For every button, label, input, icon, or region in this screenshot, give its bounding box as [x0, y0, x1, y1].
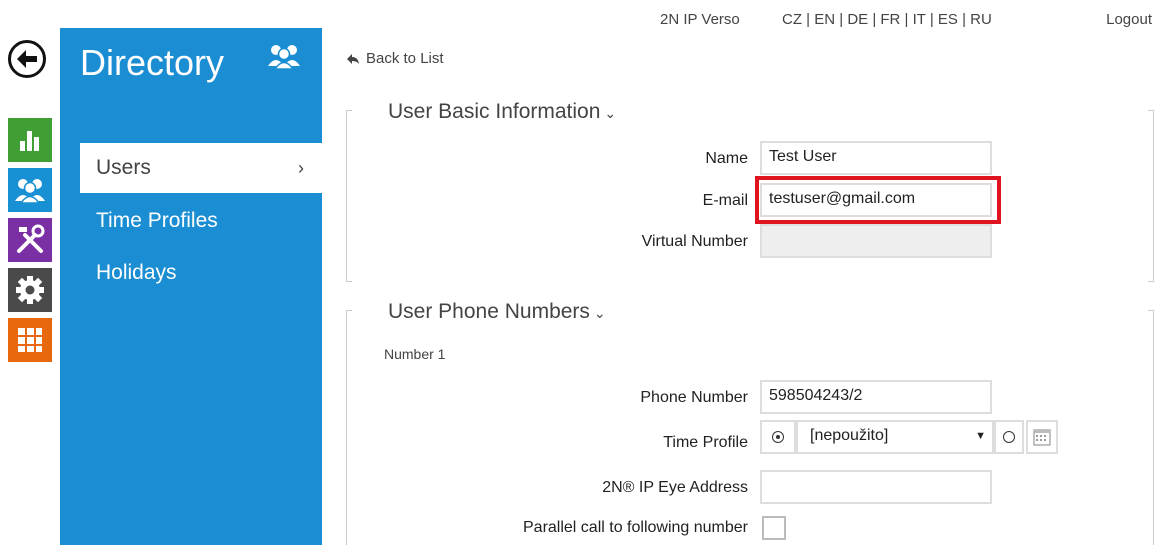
- section-border-left: [346, 110, 352, 282]
- section-border-right: [1148, 110, 1154, 282]
- parallel-call-checkbox[interactable]: [762, 516, 786, 540]
- system-module-button[interactable]: [8, 268, 52, 312]
- lang-cz[interactable]: CZ: [782, 11, 802, 28]
- nav-item-users[interactable]: Users ›: [80, 143, 322, 193]
- eye-address-field[interactable]: [760, 470, 992, 504]
- device-name: 2N IP Verso: [660, 11, 740, 28]
- users-icon: [15, 179, 45, 204]
- radio-unselected-icon: [1003, 431, 1015, 443]
- nav-item-label: Time Profiles: [96, 209, 218, 232]
- phone-number-field[interactable]: 598504243/2: [760, 380, 992, 414]
- lang-en[interactable]: EN: [814, 11, 835, 28]
- nav-item-label: Users: [96, 156, 151, 179]
- language-switcher: CZ | EN | DE | FR | IT | ES | RU: [782, 11, 992, 28]
- back-to-list-label: Back to List: [366, 50, 444, 67]
- chevron-right-icon: ›: [298, 158, 304, 178]
- lang-ru[interactable]: RU: [970, 11, 992, 28]
- directory-module-button[interactable]: [8, 168, 52, 212]
- status-module-button[interactable]: [8, 118, 52, 162]
- time-profile-label: Time Profile: [663, 434, 748, 451]
- reply-arrow-icon: [347, 53, 359, 64]
- time-profile-select[interactable]: [nepoužito] ▼: [796, 420, 994, 454]
- lang-de[interactable]: DE: [847, 11, 868, 28]
- chevron-down-icon: ⌄: [604, 105, 617, 121]
- nav-item-holidays[interactable]: Holidays: [80, 248, 322, 298]
- phone-number-label: Phone Number: [640, 389, 748, 406]
- calendar-icon: [1033, 429, 1051, 446]
- virtual-number-field: [760, 224, 992, 258]
- section-title-basic[interactable]: User Basic Information ⌄: [384, 100, 621, 124]
- bar-chart-icon: [20, 131, 39, 151]
- calendar-button[interactable]: [1026, 420, 1058, 454]
- radio-selected-icon: [772, 431, 784, 443]
- section-title-phones[interactable]: User Phone Numbers ⌄: [384, 300, 610, 324]
- back-arrow-button[interactable]: [8, 40, 46, 78]
- eye-address-label: 2N® IP Eye Address: [602, 479, 748, 496]
- tools-icon: [17, 224, 45, 253]
- time-profile-value: [nepoužito]: [810, 427, 889, 444]
- section-border-right: [1148, 310, 1154, 545]
- back-to-list-link[interactable]: Back to List: [346, 50, 444, 67]
- section-border-left: [346, 310, 352, 545]
- user-basic-info-section: User Basic Information ⌄: [346, 100, 1154, 282]
- name-label: Name: [705, 150, 748, 167]
- section-title-text: User Basic Information: [388, 100, 601, 123]
- gear-icon: [16, 276, 44, 304]
- email-label: E-mail: [702, 192, 748, 209]
- grid-icon: [18, 328, 42, 352]
- logout-link[interactable]: Logout: [1106, 11, 1152, 28]
- dropdown-arrow-icon: ▼: [975, 430, 986, 442]
- section-title-text: User Phone Numbers: [388, 300, 590, 323]
- hardware-module-button[interactable]: [8, 218, 52, 262]
- nav-item-time-profiles[interactable]: Time Profiles: [80, 196, 322, 246]
- virtual-number-label: Virtual Number: [641, 233, 748, 250]
- module-rail: [8, 118, 54, 368]
- lang-it[interactable]: IT: [913, 11, 926, 28]
- name-field[interactable]: Test User: [760, 141, 992, 175]
- directory-panel: Directory Users › Time Profiles Holidays: [60, 28, 322, 545]
- number-heading: Number 1: [384, 346, 446, 362]
- arrow-left-icon: [17, 50, 37, 68]
- nav-item-label: Holidays: [96, 261, 177, 284]
- parallel-call-label: Parallel call to following number: [523, 519, 748, 536]
- time-profile-select-radio[interactable]: [760, 420, 796, 454]
- time-profile-custom-radio[interactable]: [994, 420, 1024, 454]
- email-highlight-box: [755, 176, 1001, 224]
- users-icon: [266, 42, 302, 77]
- services-module-button[interactable]: [8, 318, 52, 362]
- chevron-down-icon: ⌄: [593, 305, 606, 321]
- lang-fr[interactable]: FR: [880, 11, 900, 28]
- lang-es[interactable]: ES: [938, 11, 958, 28]
- panel-title: Directory: [80, 42, 225, 83]
